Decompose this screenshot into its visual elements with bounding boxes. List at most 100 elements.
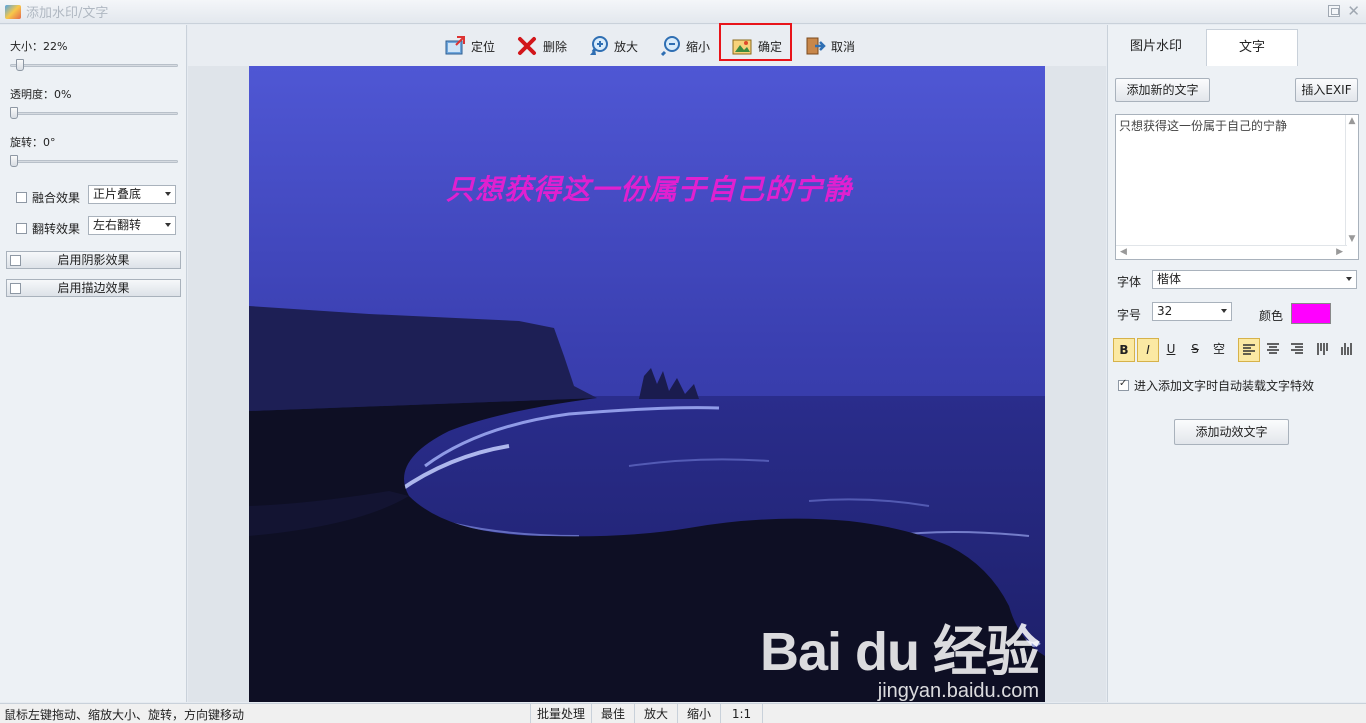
baidu-watermark: Bai du 经验 jingyan.baidu.com — [759, 622, 1040, 702]
enable-stroke-button[interactable]: 启用描边效果 — [6, 279, 181, 297]
chevron-down-icon — [1221, 309, 1227, 313]
color-swatch[interactable] — [1291, 303, 1331, 324]
font-select[interactable]: 楷体 — [1152, 270, 1357, 289]
window-title: 添加水印/文字 — [26, 6, 109, 21]
locate-label: 定位 — [471, 39, 496, 54]
vertical-text-icon[interactable] — [1312, 338, 1334, 362]
zoom-out-label: 缩小 — [686, 39, 711, 54]
locate-icon — [444, 35, 466, 57]
watermark-main-text: Bai du 经验 — [759, 622, 1040, 682]
scroll-left-icon[interactable]: ◀ — [1120, 247, 1127, 257]
stroke-checkbox[interactable] — [10, 283, 21, 294]
add-new-text-button[interactable]: 添加新的文字 — [1115, 78, 1210, 102]
bold-label: B — [1119, 343, 1129, 357]
delete-button[interactable]: 删除 — [516, 33, 567, 59]
rotate-slider[interactable] — [10, 155, 178, 167]
vertical-text-right-icon[interactable] — [1336, 338, 1358, 362]
canvas-area[interactable]: 只想获得这一份属于自己的宁静 Bai du 经验 jingyan.baidu.c… — [188, 66, 1106, 702]
status-zoom-out-button[interactable]: 缩小 — [677, 704, 720, 723]
stroke-button-label: 启用描边效果 — [57, 281, 130, 295]
italic-icon[interactable]: I — [1137, 338, 1159, 362]
app-icon — [5, 4, 21, 19]
add-animated-text-button[interactable]: 添加动效文字 — [1174, 419, 1289, 445]
effects-panel: 大小：22% 透明度：0% 旋转：0° 融合效果 正片叠底 翻转效果 左右翻转 … — [0, 25, 187, 702]
batch-process-button[interactable]: 批量处理 — [530, 704, 591, 723]
shadow-button-label: 启用阴影效果 — [57, 253, 130, 267]
chevron-down-icon — [165, 192, 171, 196]
auto-effect-checkbox-box[interactable] — [1118, 378, 1129, 391]
text-content-input[interactable]: 只想获得这一份属于自己的宁静 ▲ ▼ ◀ ▶ — [1115, 114, 1359, 260]
cancel-button[interactable]: 取消 — [804, 33, 855, 59]
strikethrough-icon[interactable]: S — [1184, 338, 1206, 362]
title-bar: 添加水印/文字 ✕ — [0, 0, 1366, 24]
insert-exif-button[interactable]: 插入EXIF — [1295, 78, 1358, 102]
size-slider-thumb[interactable] — [16, 59, 24, 71]
bold-icon[interactable]: B — [1113, 338, 1135, 362]
hollow-label: 空 — [1212, 342, 1225, 356]
delete-icon — [516, 35, 538, 57]
toolbar: 定位 删除 放大 缩小 确定 取消 — [188, 25, 1108, 66]
underline-label: U — [1166, 342, 1176, 356]
align-center-icon[interactable] — [1262, 338, 1284, 362]
font-value: 楷体 — [1157, 272, 1182, 286]
font-size-label: 字号 — [1117, 308, 1142, 322]
zoom-out-button[interactable]: 缩小 — [659, 33, 710, 59]
text-settings-panel: 图片水印 文字 添加新的文字 插入EXIF 只想获得这一份属于自己的宁静 ▲ ▼… — [1107, 25, 1366, 702]
opacity-label: 透明度：0% — [10, 88, 72, 101]
size-slider[interactable] — [10, 59, 178, 71]
tab-image-watermark[interactable]: 图片水印 — [1112, 29, 1200, 66]
auto-effect-checkbox[interactable]: 进入添加文字时自动装载文字特效 — [1118, 377, 1314, 394]
auto-effect-label: 进入添加文字时自动装载文字特效 — [1134, 379, 1315, 393]
zoom-in-button[interactable]: 放大 — [587, 33, 638, 59]
rotate-slider-thumb[interactable] — [10, 155, 18, 167]
seascape-image — [249, 66, 1045, 702]
vertical-scrollbar[interactable]: ▲ ▼ — [1345, 115, 1358, 245]
status-hint: 鼠标左键拖动、缩放大小、旋转，方向键移动 — [4, 708, 245, 722]
flip-mode-select[interactable]: 左右翻转 — [88, 216, 176, 235]
scroll-up-icon[interactable]: ▲ — [1346, 115, 1358, 127]
hollow-icon[interactable]: 空 — [1208, 338, 1230, 362]
flip-effect-label: 翻转效果 — [32, 222, 81, 236]
flip-checkbox-box[interactable] — [16, 223, 27, 234]
tab-text[interactable]: 文字 — [1206, 29, 1298, 66]
align-left-icon[interactable] — [1238, 338, 1260, 362]
opacity-slider[interactable] — [10, 107, 178, 119]
underline-icon[interactable]: U — [1160, 338, 1182, 362]
preview-photo[interactable]: 只想获得这一份属于自己的宁静 Bai du 经验 jingyan.baidu.c… — [249, 66, 1045, 702]
blend-mode-select[interactable]: 正片叠底 — [88, 185, 176, 204]
flip-effect-checkbox[interactable]: 翻转效果 — [16, 220, 80, 237]
confirm-highlight-box — [719, 23, 792, 61]
horizontal-scrollbar[interactable]: ◀ ▶ — [1116, 245, 1347, 259]
watermark-url-text: jingyan.baidu.com — [877, 680, 1039, 702]
zoom-in-label: 放大 — [614, 39, 639, 54]
close-icon[interactable]: ✕ — [1347, 2, 1360, 20]
zoom-out-icon — [659, 35, 681, 57]
shadow-checkbox[interactable] — [10, 255, 21, 266]
zoom-in-icon — [587, 35, 609, 57]
actual-size-button[interactable]: 1:1 — [720, 704, 763, 723]
best-fit-button[interactable]: 最佳 — [591, 704, 634, 723]
font-size-select[interactable]: 32 — [1152, 302, 1232, 321]
blend-checkbox-box[interactable] — [16, 192, 27, 203]
font-size-value: 32 — [1157, 304, 1173, 318]
align-right-icon[interactable] — [1286, 338, 1308, 362]
locate-button[interactable]: 定位 — [444, 33, 495, 59]
scroll-right-icon[interactable]: ▶ — [1336, 247, 1343, 257]
opacity-slider-thumb[interactable] — [10, 107, 18, 119]
status-bar: 鼠标左键拖动、缩放大小、旋转，方向键移动 批量处理 最佳 放大 缩小 1:1 — [0, 703, 1366, 723]
color-label: 颜色 — [1259, 309, 1284, 323]
enable-shadow-button[interactable]: 启用阴影效果 — [6, 251, 181, 269]
strikethrough-label: S — [1191, 342, 1199, 356]
status-zoom-in-button[interactable]: 放大 — [634, 704, 677, 723]
blend-effect-label: 融合效果 — [32, 191, 81, 205]
blend-effect-checkbox[interactable]: 融合效果 — [16, 189, 80, 206]
cancel-icon — [804, 35, 826, 57]
chevron-down-icon — [1346, 277, 1352, 281]
size-label: 大小：22% — [10, 40, 68, 53]
font-label: 字体 — [1117, 275, 1142, 289]
text-content-value: 只想获得这一份属于自己的宁静 — [1119, 119, 1288, 133]
overlay-text[interactable]: 只想获得这一份属于自己的宁静 — [446, 168, 852, 208]
flip-mode-value: 左右翻转 — [93, 218, 142, 232]
restore-button[interactable] — [1328, 5, 1340, 17]
scroll-down-icon[interactable]: ▼ — [1346, 233, 1358, 245]
